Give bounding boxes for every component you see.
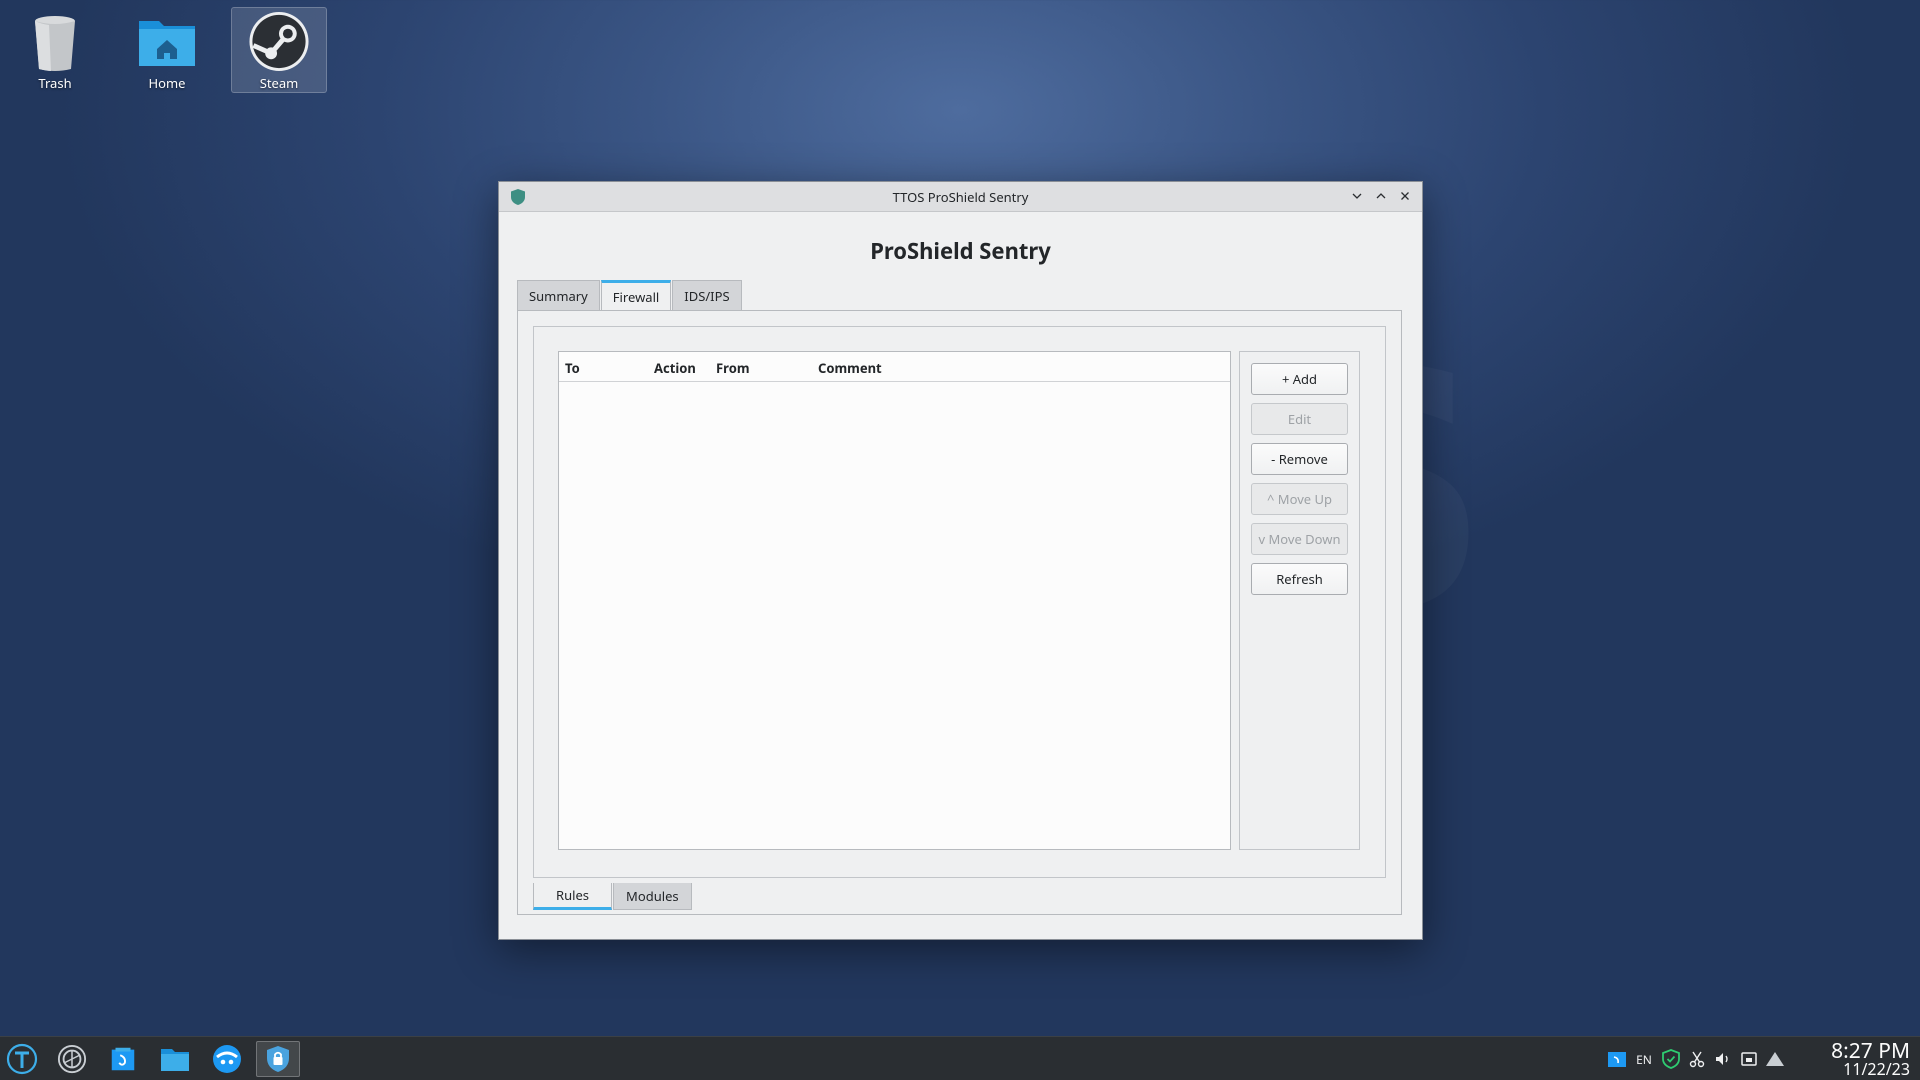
maximize-button[interactable] [1370,185,1392,207]
desktop-icon-steam[interactable]: Steam [231,7,327,93]
column-header-action[interactable]: Action [654,359,696,377]
proshield-icon [267,1046,289,1072]
steam-icon [57,1044,87,1074]
maximize-icon [1376,193,1386,199]
discover-icon [111,1047,135,1071]
volume-tray-button[interactable] [1710,1046,1736,1072]
scissors-icon [1689,1051,1705,1068]
minimize-icon [1352,193,1362,199]
page-title: ProShield Sentry [870,236,1051,266]
rules-table-header: To Action From Comment [559,352,1230,382]
rule-actions-panel: + Add Edit - Remove ^ Move Up v Move Dow… [1239,351,1360,850]
steam-icon [249,11,309,72]
digital-clock[interactable]: 8:27 PM 11/22/23 [1814,1039,1910,1078]
tab-summary[interactable]: Summary [517,280,600,310]
move-down-button[interactable]: v Move Down [1251,523,1348,555]
browser-icon [213,1045,241,1073]
discover-tray-icon [1608,1052,1626,1067]
desktop-icon-label: Steam [259,74,299,92]
shield-tray-icon [1662,1049,1680,1069]
taskbar: EN 8:27 PM 11/22/23 [0,1036,1920,1080]
taskbar-file-manager[interactable] [153,1041,197,1077]
volume-icon [1716,1053,1728,1065]
storage-icon [1741,1052,1757,1066]
home-folder-icon [139,21,195,66]
file-manager-icon [161,1049,189,1071]
desktop-icon-label: Trash [38,74,72,92]
network-tray-button[interactable] [1762,1046,1788,1072]
taskbar-steam[interactable] [50,1041,94,1077]
move-up-button[interactable]: ^ Move Up [1251,483,1348,515]
minimize-button[interactable] [1346,185,1368,207]
bottom-tab-bar: Rules Modules [533,883,693,910]
proshield-window: TTOS ProShield Sentry ProShield Sentry S… [498,181,1423,940]
network-icon [1766,1052,1784,1066]
tab-firewall[interactable]: Firewall [600,280,672,310]
taskbar-discover[interactable] [101,1041,145,1077]
firewall-tab-panel: To Action From Comment + Add Edit - Remo… [517,310,1402,915]
window-title: TTOS ProShield Sentry [892,187,1029,206]
main-tab-bar: Summary Firewall IDS/IPS [517,280,743,310]
taskbar-browser[interactable] [205,1041,249,1077]
column-header-comment[interactable]: Comment [818,359,882,377]
close-button[interactable] [1394,185,1416,207]
desktop-icon-trash[interactable]: Trash [7,7,103,93]
system-tray: EN [1604,1037,1788,1080]
rules-table[interactable]: To Action From Comment [558,351,1231,850]
desktop-icon-home[interactable]: Home [119,7,215,93]
tab-rules[interactable]: Rules [533,883,613,910]
add-rule-button[interactable]: + Add [1251,363,1348,395]
close-icon [1401,192,1409,200]
refresh-button[interactable]: Refresh [1251,563,1348,595]
tab-ids-ips[interactable]: IDS/IPS [672,280,742,310]
shield-tray-button[interactable] [1658,1046,1684,1072]
app-menu-icon [6,1043,38,1075]
taskbar-proshield[interactable] [256,1041,300,1077]
remove-rule-button[interactable]: - Remove [1251,443,1348,475]
column-header-to[interactable]: To [565,359,580,377]
column-header-from[interactable]: From [716,359,750,377]
shield-app-icon [511,189,525,205]
window-titlebar[interactable]: TTOS ProShield Sentry [499,182,1422,212]
discover-tray-button[interactable] [1604,1046,1630,1072]
keyboard-layout-indicator[interactable]: EN [1630,1046,1658,1072]
app-menu-button[interactable] [0,1041,44,1077]
trash-icon [35,16,75,71]
tab-modules[interactable]: Modules [613,883,692,910]
storage-tray-button[interactable] [1736,1046,1762,1072]
clipboard-tray-button[interactable] [1684,1046,1710,1072]
edit-rule-button[interactable]: Edit [1251,403,1348,435]
desktop-icon-label: Home [148,74,186,92]
clock-date: 11/22/23 [1843,1058,1910,1080]
